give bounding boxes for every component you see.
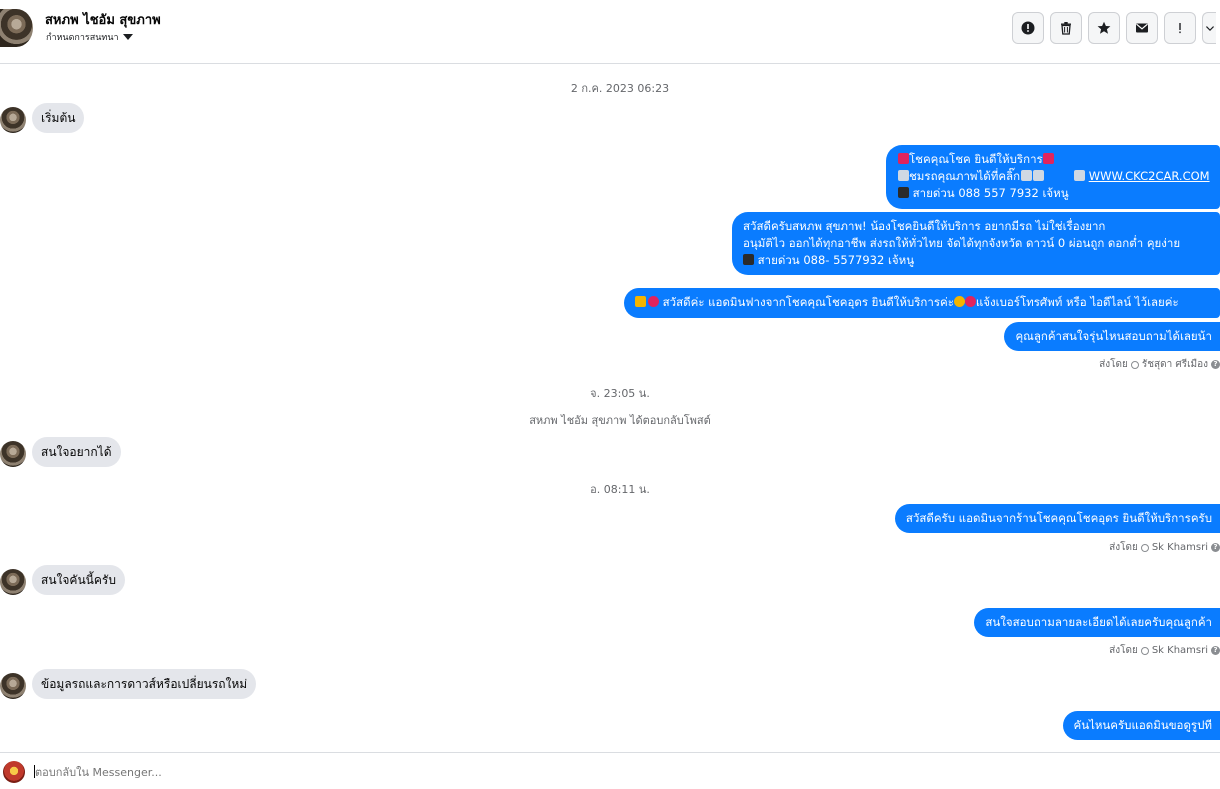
caret-down-icon xyxy=(122,34,133,40)
sender-name[interactable]: Sk Khamsri xyxy=(1152,542,1208,553)
heart-emoji-icon xyxy=(648,296,659,307)
exclamation-icon xyxy=(1179,23,1181,34)
incoming-message[interactable]: สนใจคันนี้ครับ xyxy=(32,565,125,595)
conversation-header: สหภพ ไชอัม สุขภาพ กำหนดการสนทนา xyxy=(0,0,1220,64)
sender-status-icon xyxy=(1140,543,1149,552)
heart-emoji-icon xyxy=(964,296,976,307)
outgoing-message[interactable]: คันไหนครับแอดมินขอดูรูปที xyxy=(1062,711,1220,740)
message-text: สวัสดีครับสหภพ สุขภาพ! น้องโชคยินดีให้บร… xyxy=(743,219,1106,233)
outgoing-message[interactable]: คุณลูกค้าสนใจรุ่นไหนสอบถามได้เลยน้า xyxy=(1004,322,1220,351)
outgoing-message[interactable]: สวัสดีครับ แอดมินจากร้านโชคคุณโชคอุดร ยิ… xyxy=(894,504,1220,533)
message-text: ชมรถคุณภาพได้ที่คลิ๊ก xyxy=(909,169,1021,183)
outgoing-message[interactable]: สนใจสอบถามลายละเอียดได้เลยครับคุณลูกค้า xyxy=(974,608,1220,637)
pray-emoji-icon xyxy=(635,296,646,307)
sender-name[interactable]: รัชสุดา ศรีเมือง xyxy=(1142,357,1208,372)
help-icon[interactable]: ? xyxy=(1211,360,1220,369)
incoming-message[interactable]: ข้อมูลรถและการดาวส์หรือเปลี่ยนรถใหม่ xyxy=(32,669,257,699)
timestamp-divider: อ. 08:11 น. xyxy=(590,483,650,496)
smiling-heart-emoji-icon xyxy=(953,296,965,307)
website-link[interactable]: WWW.CKC2CAR.COM xyxy=(1089,169,1210,183)
message-text: โชคคุณโชค ยินดีให้บริการ xyxy=(909,152,1043,166)
message-text: สายด่วน 088 557 7932 เจ้หนู xyxy=(912,186,1069,200)
phone-emoji-icon xyxy=(743,254,754,265)
spam-button[interactable] xyxy=(1164,12,1196,44)
sparkle-emoji-icon xyxy=(898,153,909,164)
conversation-options-dropdown[interactable]: กำหนดการสนทนา xyxy=(46,30,133,44)
play-emoji-icon xyxy=(1074,170,1086,181)
contact-name[interactable]: สหภพ ไชอัม สุขภาพ xyxy=(45,9,161,30)
message-text: สายด่วน 088- 5577932 เจ้หนู xyxy=(757,253,915,267)
timestamp-divider: 2 ก.ค. 2023 06:23 xyxy=(570,82,670,95)
contact-avatar-small xyxy=(0,673,26,699)
help-icon[interactable]: ? xyxy=(1211,543,1220,552)
star-icon xyxy=(1097,21,1111,34)
sparkle-emoji-icon xyxy=(1042,153,1054,164)
sent-by-prefix: ส่งโดย xyxy=(1099,359,1128,370)
incoming-message[interactable]: เริ่มต้น xyxy=(32,103,85,133)
report-button[interactable] xyxy=(1012,12,1044,44)
report-icon xyxy=(1021,21,1035,35)
system-note: สหภพ ไชอัม สุขภาพ ได้ตอบกลับโพสต์ xyxy=(529,414,711,427)
mail-icon xyxy=(1136,23,1148,33)
outgoing-message[interactable]: โชคคุณโชค ยินดีให้บริการ ชมรถคุณภาพได้ที… xyxy=(886,145,1220,209)
contact-avatar-small xyxy=(0,441,26,467)
contact-avatar-small xyxy=(0,107,26,133)
mark-unread-button[interactable] xyxy=(1126,12,1158,44)
down-arrow-emoji-icon xyxy=(1021,170,1033,181)
play-emoji-icon xyxy=(898,170,909,181)
chevron-down-icon xyxy=(1205,26,1214,31)
message-text: แจ้งเบอร์โทรศัพท์ หรือ ไอดีไลน์ ไว้เลยค่… xyxy=(975,295,1179,309)
timestamp-divider: จ. 23:05 น. xyxy=(590,387,650,400)
outgoing-message[interactable]: สวัสดีค่ะ แอดมินฟางจากโชคคุณโชคอุดร ยินด… xyxy=(624,288,1220,318)
star-button[interactable] xyxy=(1088,12,1120,44)
contact-avatar[interactable] xyxy=(0,9,33,47)
header-toolbar xyxy=(1012,12,1216,44)
down-arrow-emoji-icon xyxy=(1033,170,1045,181)
sender-status-icon xyxy=(1130,360,1139,369)
sent-by-prefix: ส่งโดย xyxy=(1109,645,1138,656)
sender-status-icon xyxy=(1140,646,1149,655)
reply-composer xyxy=(0,752,1220,789)
sent-by-label: ส่งโดย Sk Khamsri? xyxy=(1109,643,1220,658)
sent-by-label: ส่งโดย Sk Khamsri? xyxy=(1109,540,1220,555)
sender-name[interactable]: Sk Khamsri xyxy=(1152,645,1208,656)
sent-by-prefix: ส่งโดย xyxy=(1109,542,1138,553)
delete-button[interactable] xyxy=(1050,12,1082,44)
contact-avatar-small xyxy=(0,569,26,595)
message-text: อนุมัติไว ออกได้ทุกอาชีพ ส่งรถให้ทั่วไทย… xyxy=(743,236,1181,250)
trash-icon xyxy=(1061,22,1071,35)
incoming-message[interactable]: สนใจอยากได้ xyxy=(32,437,121,467)
page-avatar xyxy=(3,761,25,783)
reply-input[interactable] xyxy=(35,764,635,780)
outgoing-message[interactable]: สวัสดีครับสหภพ สุขภาพ! น้องโชคยินดีให้บร… xyxy=(732,212,1220,275)
phone-emoji-icon xyxy=(898,187,909,198)
message-text: สวัสดีค่ะ แอดมินฟางจากโชคคุณโชคอุดร ยินด… xyxy=(662,295,954,309)
help-icon[interactable]: ? xyxy=(1211,646,1220,655)
conversation-options-label: กำหนดการสนทนา xyxy=(46,33,119,43)
more-options-button[interactable] xyxy=(1202,12,1216,44)
sent-by-label: ส่งโดย รัชสุดา ศรีเมือง? xyxy=(1099,357,1220,372)
